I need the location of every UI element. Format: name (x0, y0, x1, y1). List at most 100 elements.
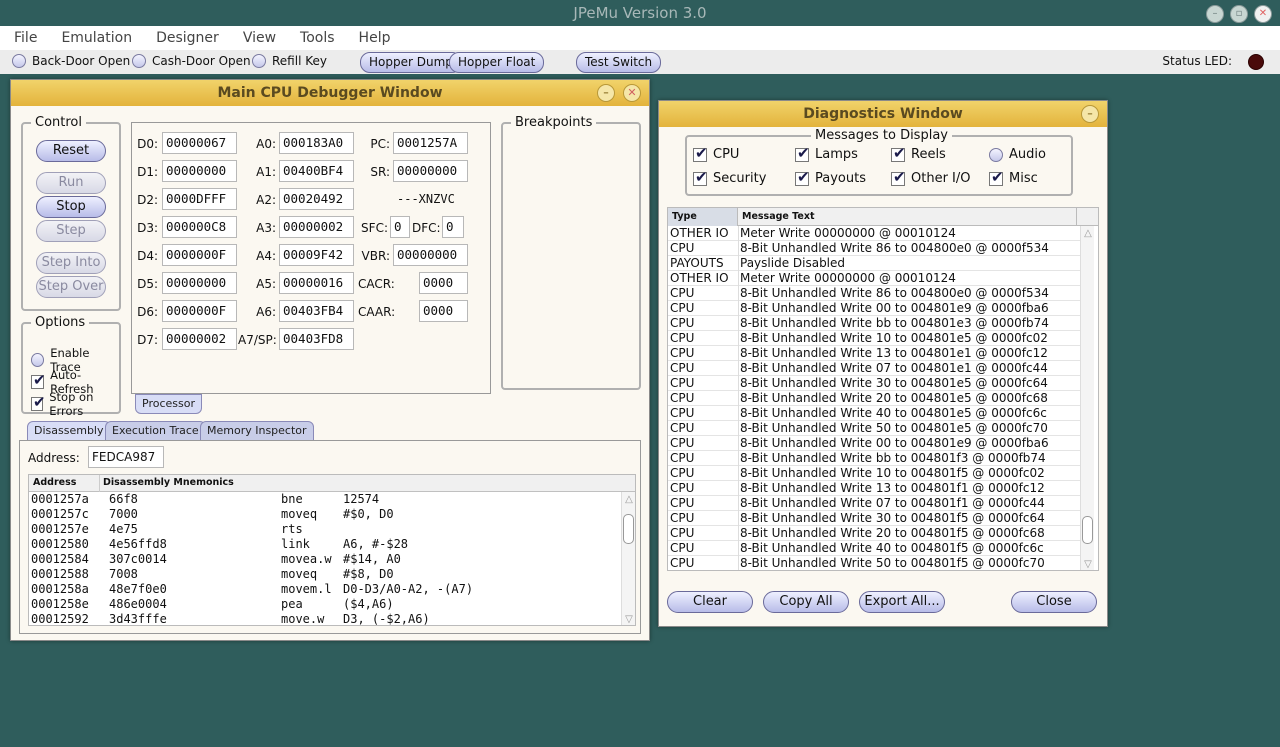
d7-field[interactable]: 00000002 (162, 328, 237, 350)
tab-memory-inspector[interactable]: Memory Inspector (200, 421, 314, 441)
tab-processor[interactable]: Processor (135, 394, 202, 414)
table-row[interactable]: PAYOUTS Payslide Disabled (668, 256, 1080, 271)
d5-field[interactable]: 00000000 (162, 272, 237, 294)
menu-emulation[interactable]: Emulation (49, 26, 144, 50)
table-row[interactable]: CPU 8-Bit Unhandled Write 00 to 004801e9 … (668, 436, 1080, 451)
run-button[interactable]: Run (36, 172, 106, 194)
table-row[interactable]: 0001257e 4e75 rts (29, 522, 621, 537)
step-over-button[interactable]: Step Over (36, 276, 106, 298)
filter-reels[interactable]: Reels (891, 144, 946, 162)
table-row[interactable]: CPU 8-Bit Unhandled Write 07 to 004801f1 … (668, 496, 1080, 511)
a0-field[interactable]: 000183A0 (279, 132, 354, 154)
a7-sp-field[interactable]: 00403FD8 (279, 328, 354, 350)
table-row[interactable]: CPU 8-Bit Unhandled Write bb to 004801e3 … (668, 316, 1080, 331)
menu-view[interactable]: View (231, 26, 288, 50)
menu-tools[interactable]: Tools (288, 26, 347, 50)
table-row[interactable]: CPU 8-Bit Unhandled Write 86 to 004800e0 … (668, 286, 1080, 301)
table-row[interactable]: 00012588 7008 moveq #$8, D0 (29, 567, 621, 582)
stop-button[interactable]: Stop (36, 196, 106, 218)
diag-window-titlebar[interactable]: Diagnostics Window – (659, 101, 1107, 127)
test-switch-button[interactable]: Test Switch (576, 52, 662, 73)
table-row[interactable]: CPU 8-Bit Unhandled Write 13 to 004801f1 … (668, 481, 1080, 496)
table-row[interactable]: 0001258e 486e0004 pea ($4,A6) (29, 597, 621, 612)
table-row[interactable]: CPU 8-Bit Unhandled Write 07 to 004801e1 … (668, 361, 1080, 376)
address-input[interactable]: FEDCA987 (88, 446, 164, 468)
table-row[interactable]: CPU 8-Bit Unhandled Write 50 to 004801f5 … (668, 556, 1080, 570)
table-row[interactable]: CPU 8-Bit Unhandled Write 40 to 004801e5 … (668, 406, 1080, 421)
sfc-field[interactable]: 0 (390, 216, 410, 238)
sr-field[interactable]: 00000000 (393, 160, 468, 182)
cacr-field[interactable]: 0000 (419, 272, 468, 294)
filter-security[interactable]: Security (693, 168, 766, 186)
scroll-thumb[interactable] (623, 514, 634, 544)
disassembly-scrollbar[interactable]: △ ▽ (621, 492, 635, 625)
hopper-dump-button[interactable]: Hopper Dump (360, 52, 462, 73)
scroll-down-icon[interactable]: ▽ (1081, 559, 1095, 570)
table-row[interactable]: CPU 8-Bit Unhandled Write 13 to 004801e1 … (668, 346, 1080, 361)
table-row[interactable]: CPU 8-Bit Unhandled Write bb to 004801f3 … (668, 451, 1080, 466)
a6-field[interactable]: 00403FB4 (279, 300, 354, 322)
dfc-field[interactable]: 0 (442, 216, 464, 238)
table-row[interactable]: 00012592 3d43fffe move.w D3, (-$2,A6) (29, 612, 621, 625)
d6-field[interactable]: 0000000F (162, 300, 237, 322)
vbr-field[interactable]: 00000000 (393, 244, 468, 266)
a2-field[interactable]: 00020492 (279, 188, 354, 210)
scroll-down-icon[interactable]: ▽ (622, 614, 635, 625)
pc-field[interactable]: 0001257A (393, 132, 468, 154)
close-icon[interactable]: ✕ (623, 84, 641, 102)
column-mnemonics[interactable]: Disassembly Mnemonics (103, 477, 234, 488)
table-row[interactable]: 0001257a 66f8 bne 12574 (29, 492, 621, 507)
d2-field[interactable]: 0000DFFF (162, 188, 237, 210)
refill-key-toggle[interactable]: Refill Key (252, 54, 327, 68)
scroll-thumb[interactable] (1082, 516, 1093, 544)
a4-field[interactable]: 00009F42 (279, 244, 354, 266)
export-all-button[interactable]: Export All... (859, 591, 945, 613)
table-row[interactable]: CPU 8-Bit Unhandled Write 10 to 004801f5 … (668, 466, 1080, 481)
menu-help[interactable]: Help (347, 26, 403, 50)
a3-field[interactable]: 00000002 (279, 216, 354, 238)
reset-button[interactable]: Reset (36, 140, 106, 162)
table-row[interactable]: CPU 8-Bit Unhandled Write 40 to 004801f5 … (668, 541, 1080, 556)
column-message[interactable]: Message Text (742, 211, 815, 222)
tab-execution-trace[interactable]: Execution Trace (105, 421, 206, 441)
d4-field[interactable]: 0000000F (162, 244, 237, 266)
table-row[interactable]: CPU 8-Bit Unhandled Write 30 to 004801e5 … (668, 376, 1080, 391)
menu-file[interactable]: File (0, 26, 49, 50)
caar-field[interactable]: 0000 (419, 300, 468, 322)
table-row[interactable]: CPU 8-Bit Unhandled Write 20 to 004801e5 … (668, 391, 1080, 406)
column-address[interactable]: Address (33, 477, 76, 488)
close-button[interactable]: Close (1011, 591, 1097, 613)
scroll-up-icon[interactable]: △ (622, 494, 635, 505)
stop-on-errors-option[interactable]: Stop on Errors (31, 390, 119, 418)
maximize-icon[interactable]: ▫ (1230, 5, 1248, 23)
table-row[interactable]: 0001257c 7000 moveq #$0, D0 (29, 507, 621, 522)
filter-cpu[interactable]: CPU (693, 144, 739, 162)
hopper-float-button[interactable]: Hopper Float (449, 52, 545, 73)
tab-disassembly[interactable]: Disassembly (27, 421, 111, 441)
a5-field[interactable]: 00000016 (279, 272, 354, 294)
table-row[interactable]: CPU 8-Bit Unhandled Write 10 to 004801e5 … (668, 331, 1080, 346)
table-row[interactable]: 00012584 307c0014 movea.w #$14, A0 (29, 552, 621, 567)
table-row[interactable]: CPU 8-Bit Unhandled Write 50 to 004801e5 … (668, 421, 1080, 436)
d0-field[interactable]: 00000067 (162, 132, 237, 154)
messages-scrollbar[interactable]: △ ▽ (1080, 226, 1095, 570)
step-button[interactable]: Step (36, 220, 106, 242)
filter-lamps[interactable]: Lamps (795, 144, 858, 162)
table-row[interactable]: OTHER IO Meter Write 00000000 @ 00010124 (668, 226, 1080, 241)
filter-misc[interactable]: Misc (989, 168, 1038, 186)
minimize-icon[interactable]: – (1206, 5, 1224, 23)
clear-button[interactable]: Clear (667, 591, 753, 613)
header-type-cell[interactable]: Type (668, 208, 738, 226)
table-row[interactable]: CPU 8-Bit Unhandled Write 86 to 004800e0 … (668, 241, 1080, 256)
copy-all-button[interactable]: Copy All (763, 591, 849, 613)
table-row[interactable]: 0001258a 48e7f0e0 movem.l D0-D3/A0-A2, -(A7… (29, 582, 621, 597)
scroll-up-icon[interactable]: △ (1081, 228, 1095, 239)
table-row[interactable]: CPU 8-Bit Unhandled Write 20 to 004801f5 … (668, 526, 1080, 541)
cash-door-toggle[interactable]: Cash-Door Open (132, 54, 251, 68)
back-door-toggle[interactable]: Back-Door Open (12, 54, 130, 68)
filter-other-i-o[interactable]: Other I/O (891, 168, 971, 186)
d1-field[interactable]: 00000000 (162, 160, 237, 182)
minimize-icon[interactable]: – (597, 84, 615, 102)
table-row[interactable]: OTHER IO Meter Write 00000000 @ 00010124 (668, 271, 1080, 286)
close-icon[interactable]: ✕ (1254, 5, 1272, 23)
